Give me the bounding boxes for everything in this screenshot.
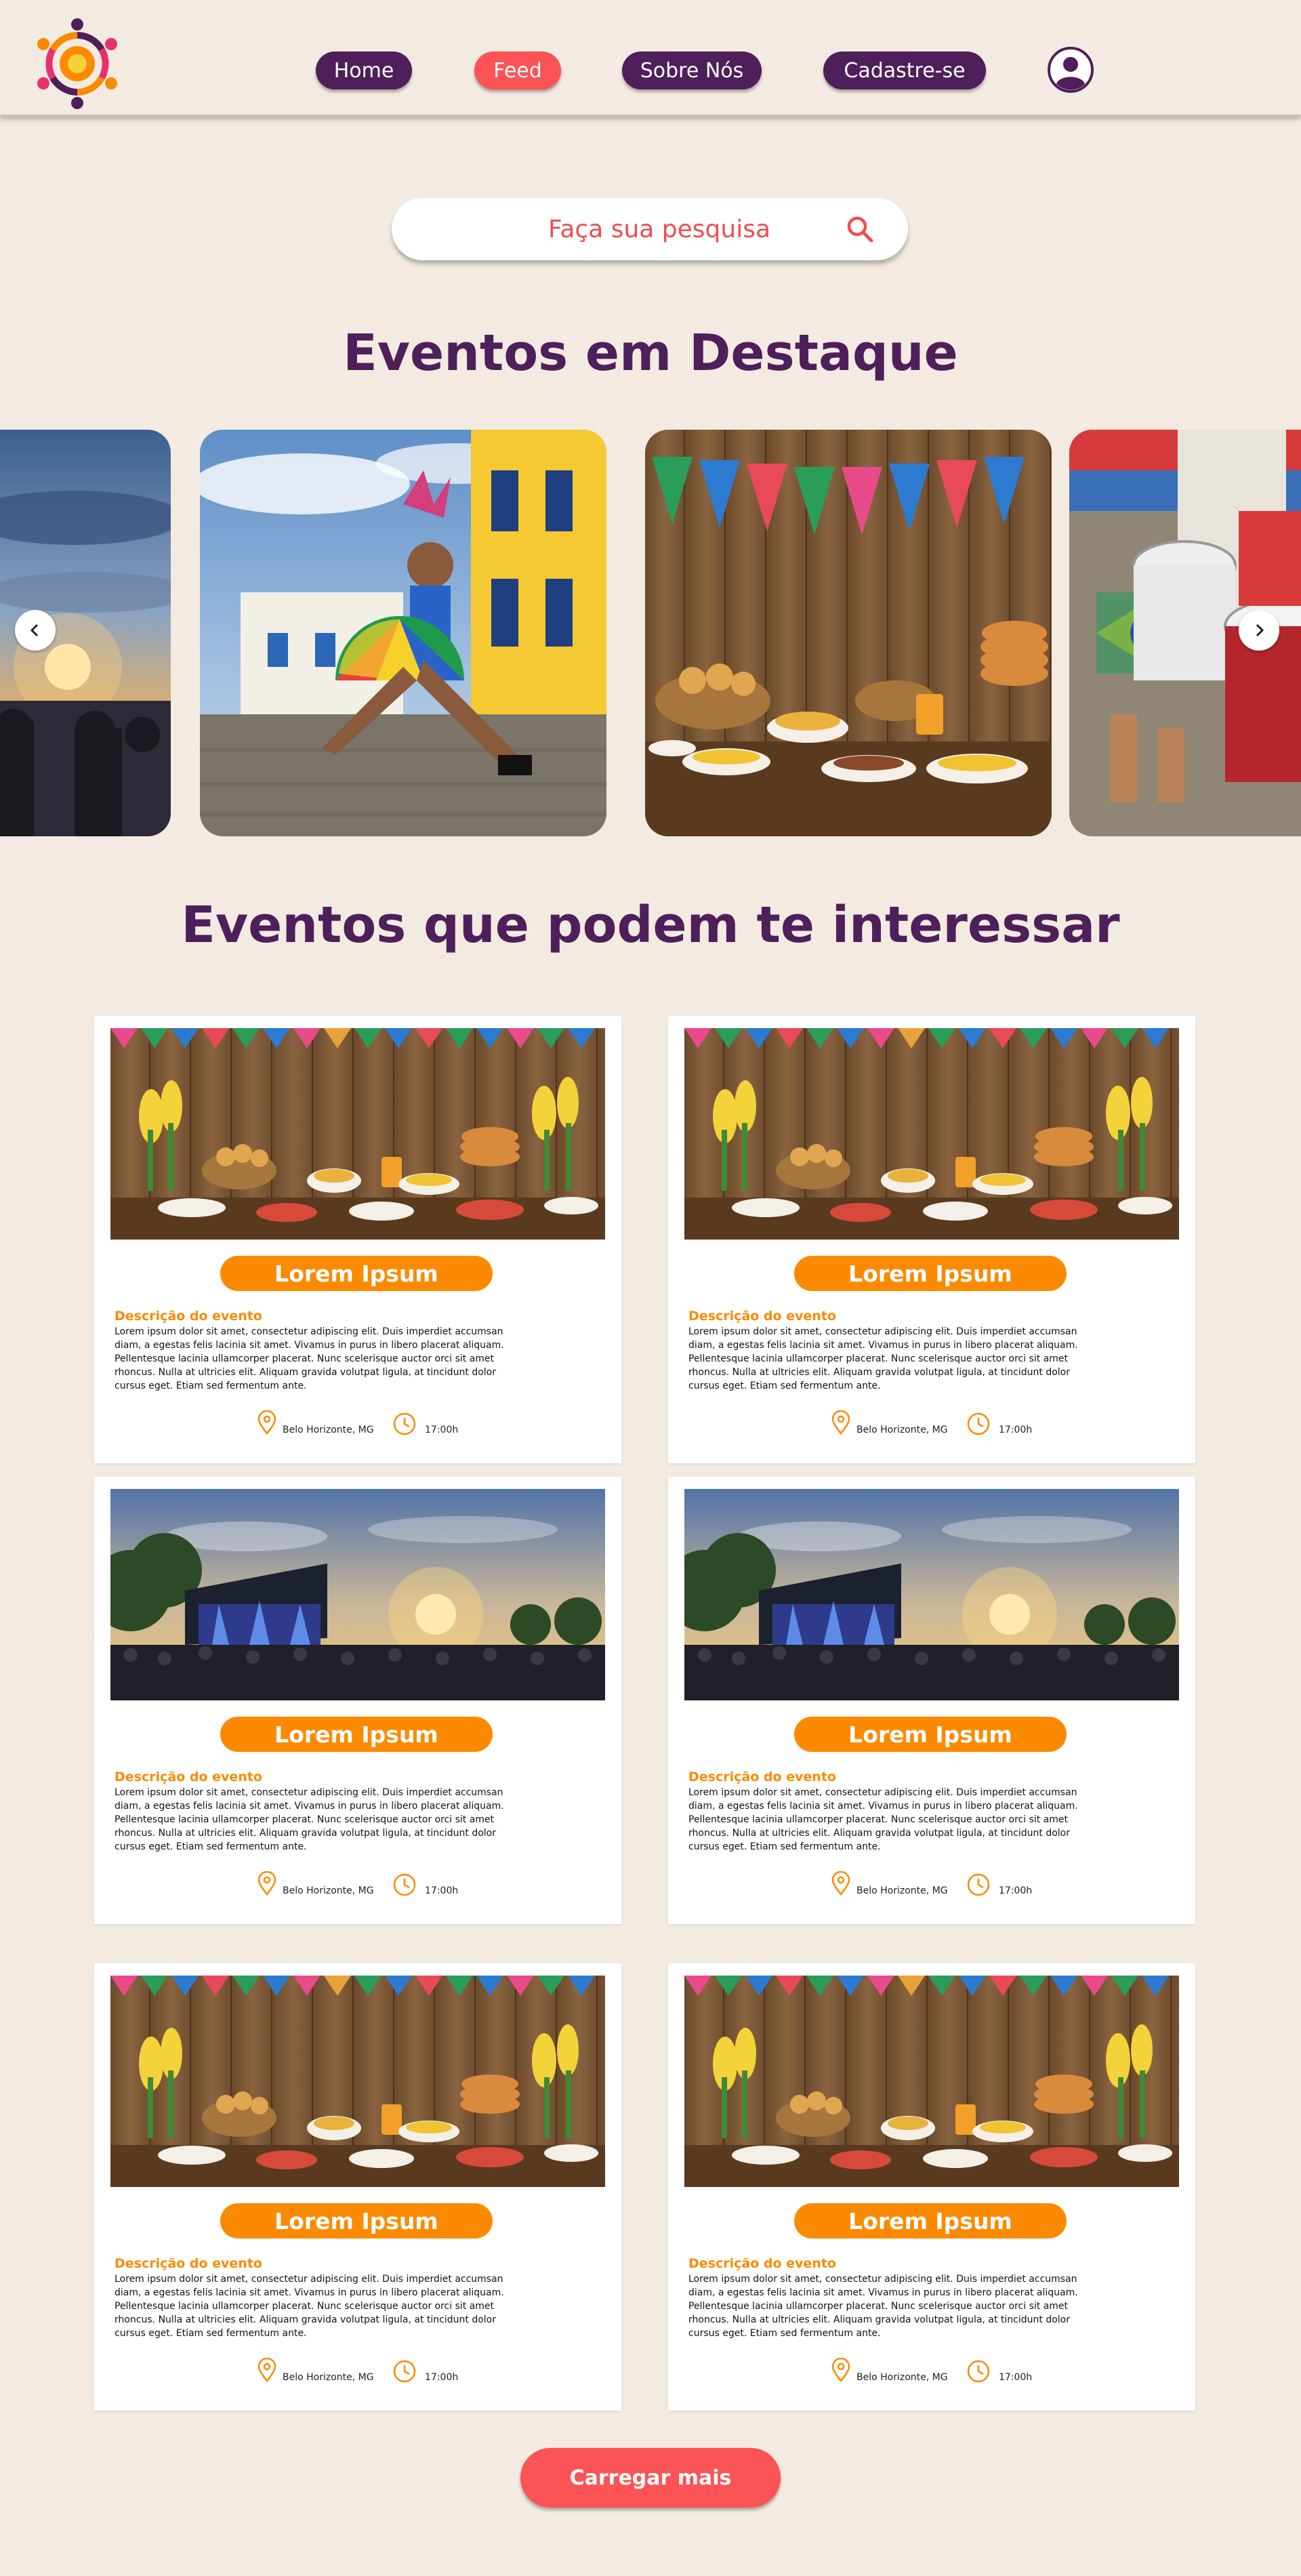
clock-icon — [393, 2360, 416, 2383]
event-image[interactable] — [684, 1028, 1179, 1240]
featured-title: Eventos em Destaque — [343, 324, 958, 382]
nav-about-button[interactable]: Sobre Nós — [622, 52, 762, 89]
event-location: Belo Horizonte, MG — [283, 1885, 374, 1896]
event-name-button[interactable]: Lorem Ipsum — [220, 2203, 493, 2238]
event-description-title: Descrição do evento — [115, 1770, 262, 1784]
event-description-title: Descrição do evento — [688, 1770, 836, 1784]
event-location: Belo Horizonte, MG — [856, 1885, 948, 1896]
carousel-next-button[interactable] — [1239, 610, 1279, 651]
event-description-title: Descrição do evento — [115, 1309, 262, 1324]
event-name-button[interactable]: Lorem Ipsum — [794, 1256, 1067, 1291]
clock-icon — [393, 1873, 416, 1896]
nav-feed-button[interactable]: Feed — [474, 52, 561, 89]
event-card[interactable]: Lorem Ipsum Descrição do evento Lorem ip… — [94, 1016, 621, 1463]
event-description: Lorem ipsum dolor sit amet, consectetur … — [688, 1787, 1078, 1852]
navbar: Home Feed Sobre Nós Cadastre-se — [0, 0, 1301, 117]
carousel-prev-button[interactable] — [15, 610, 56, 651]
concert-sunset-photo — [110, 1489, 605, 1700]
map-pin-icon — [257, 1871, 276, 1896]
event-location: Belo Horizonte, MG — [283, 1425, 374, 1435]
featured-slide[interactable] — [645, 430, 1052, 836]
event-description-title: Descrição do evento — [115, 2256, 262, 2271]
nav-signup-button[interactable]: Cadastre-se — [823, 52, 986, 89]
event-image[interactable] — [110, 1976, 605, 2187]
clock-icon — [967, 1412, 990, 1435]
event-image[interactable] — [110, 1489, 605, 1700]
search-bar[interactable] — [392, 198, 908, 260]
event-image[interactable] — [684, 1976, 1179, 2187]
mandala-people-icon[interactable] — [30, 15, 125, 110]
map-pin-icon — [257, 2358, 276, 2382]
event-card[interactable]: Lorem Ipsum Descrição do evento Lorem ip… — [668, 1477, 1195, 1924]
concert-sunset-photo — [684, 1489, 1179, 1700]
event-image[interactable] — [684, 1489, 1179, 1700]
featured-slide[interactable] — [200, 430, 606, 836]
event-description: Lorem ipsum dolor sit amet, consectetur … — [115, 1326, 504, 1391]
map-pin-icon — [831, 2358, 850, 2382]
event-time: 17:00h — [425, 2372, 459, 2383]
festa-junina-table-photo — [645, 430, 1052, 836]
chevron-left-icon — [30, 623, 39, 637]
festa-junina-table-photo — [684, 1976, 1179, 2187]
festa-junina-table-photo — [110, 1976, 605, 2187]
event-time: 17:00h — [425, 1885, 459, 1896]
nav-home-button[interactable]: Home — [316, 52, 412, 89]
load-more-button[interactable]: Carregar mais — [520, 2448, 781, 2508]
event-description: Lorem ipsum dolor sit amet, consectetur … — [115, 1787, 504, 1852]
event-name-button[interactable]: Lorem Ipsum — [794, 1717, 1067, 1752]
map-pin-icon — [831, 1410, 850, 1435]
interest-title: Eventos que podem te interessar — [181, 896, 1120, 954]
event-card[interactable]: Lorem Ipsum Descrição do evento Lorem ip… — [94, 1963, 621, 2411]
user-circle-icon[interactable] — [1047, 46, 1094, 94]
chevron-right-icon — [1256, 623, 1264, 637]
event-description-title: Descrição do evento — [688, 1309, 836, 1324]
map-pin-icon — [257, 1410, 276, 1435]
event-description: Lorem ipsum dolor sit amet, consectetur … — [688, 1326, 1078, 1391]
event-name-button[interactable]: Lorem Ipsum — [220, 1256, 493, 1291]
clock-icon — [967, 1873, 990, 1896]
clock-icon — [393, 1412, 416, 1435]
event-description: Lorem ipsum dolor sit amet, consectetur … — [115, 2274, 504, 2339]
event-time: 17:00h — [999, 1885, 1033, 1896]
festa-junina-table-photo — [110, 1028, 605, 1240]
search-input[interactable] — [419, 198, 825, 260]
event-image[interactable] — [110, 1028, 605, 1240]
event-description: Lorem ipsum dolor sit amet, consectetur … — [688, 2274, 1078, 2339]
festa-junina-table-photo — [684, 1028, 1179, 1240]
event-time: 17:00h — [999, 2372, 1033, 2383]
event-name-button[interactable]: Lorem Ipsum — [794, 2203, 1067, 2238]
event-location: Belo Horizonte, MG — [856, 2372, 948, 2383]
event-location: Belo Horizonte, MG — [856, 1425, 948, 1435]
map-pin-icon — [831, 1871, 850, 1896]
featured-carousel[interactable] — [0, 430, 1301, 836]
event-time: 17:00h — [425, 1425, 459, 1435]
event-card[interactable]: Lorem Ipsum Descrição do evento Lorem ip… — [668, 1016, 1195, 1463]
event-description-title: Descrição do evento — [688, 2256, 836, 2271]
search-icon[interactable] — [845, 214, 875, 244]
event-time: 17:00h — [999, 1425, 1033, 1435]
event-location: Belo Horizonte, MG — [283, 2372, 374, 2383]
frevo-dancer-photo — [200, 430, 606, 836]
event-card[interactable]: Lorem Ipsum Descrição do evento Lorem ip… — [668, 1963, 1195, 2411]
event-name-button[interactable]: Lorem Ipsum — [220, 1717, 493, 1752]
clock-icon — [967, 2360, 990, 2383]
event-card[interactable]: Lorem Ipsum Descrição do evento Lorem ip… — [94, 1477, 621, 1924]
